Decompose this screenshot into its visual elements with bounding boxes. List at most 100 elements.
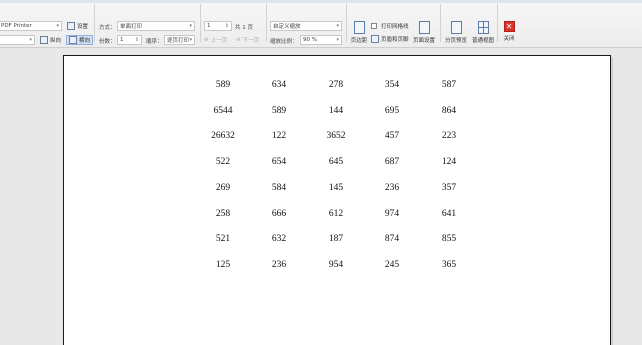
prev-icon: ⊖ — [204, 37, 209, 43]
table-cell: 632 — [271, 234, 287, 245]
separator — [200, 4, 201, 42]
header-footer-icon — [371, 35, 379, 43]
printer-select-value: PDF Printer — [1, 23, 32, 29]
next-icon: ⊖ — [236, 37, 241, 43]
table-cell: 125 — [215, 259, 231, 270]
landscape-label: 横向 — [79, 38, 91, 44]
table-cell: 687 — [384, 157, 400, 168]
stepper-icon: ⇕ — [224, 23, 229, 29]
page-break-label: 分页预览 — [444, 38, 467, 44]
table-cell: 874 — [384, 234, 400, 245]
table-cell: 3652 — [326, 131, 346, 142]
table-cell: 587 — [441, 80, 457, 90]
page-setup-button[interactable]: 页面设置 — [409, 21, 439, 44]
table-cell: 144 — [328, 105, 344, 116]
table-cell: 187 — [328, 234, 344, 245]
portrait-label: 纵向 — [50, 38, 62, 44]
scale-label: 缩放比例： — [270, 39, 298, 45]
printer-extra-select[interactable]: ▾ — [0, 35, 35, 45]
table-cell: 354 — [384, 80, 400, 90]
table-cell: 584 — [271, 182, 287, 193]
table-cell: 365 — [441, 259, 457, 270]
table-cell: 589 — [271, 105, 287, 116]
table-cell: 357 — [441, 182, 457, 193]
page-break-icon — [450, 21, 462, 34]
chevron-down-icon: ▾ — [189, 37, 192, 43]
portrait-icon — [40, 36, 48, 44]
toolbar-top-strip — [0, 0, 642, 3]
copies-value: 1 — [120, 37, 124, 43]
close-label: 关闭 — [503, 36, 515, 42]
close-icon: ✕ — [503, 21, 515, 32]
table-cell: 6544 — [213, 105, 233, 116]
copies-stepper[interactable]: 1 ⇕ — [117, 35, 142, 45]
mode-label: 方式： — [99, 25, 116, 31]
table-cell: 269 — [215, 182, 231, 193]
table-cell: 695 — [384, 105, 400, 116]
page-number-value: 1 — [207, 23, 211, 29]
margins-icon — [353, 21, 365, 34]
table-cell: 457 — [384, 131, 400, 142]
portrait-button[interactable]: 纵向 — [40, 36, 61, 44]
scale-select[interactable]: 90 % ▾ — [300, 35, 342, 45]
page-break-preview-button[interactable]: 分页预览 — [441, 21, 471, 44]
separator — [266, 4, 267, 42]
table-cell: 145 — [328, 182, 344, 193]
settings-button[interactable]: 设置 — [67, 22, 88, 30]
table-cell: 124 — [441, 157, 457, 168]
margins-label: 页边距 — [350, 38, 368, 44]
grid-icon — [477, 21, 489, 34]
order-select[interactable]: 逐页打印 ▾ — [164, 35, 195, 45]
table-cell: 589 — [215, 80, 231, 90]
table-cell: 954 — [328, 259, 344, 270]
scale-value: 90 % — [303, 37, 317, 43]
mode-select[interactable]: 单面打印 ▾ — [117, 21, 195, 31]
close-button[interactable]: ✕ 关闭 — [494, 21, 524, 42]
settings-label: 设置 — [77, 24, 89, 30]
next-page-label: 下一页 — [242, 38, 260, 44]
order-select-value: 逐页打印 — [167, 38, 190, 44]
order-label: 顺序： — [146, 39, 163, 45]
scale-mode-value: 自定义缩放 — [273, 24, 301, 30]
prev-page-button[interactable]: ⊖ 上一页 — [204, 36, 227, 44]
checkbox-icon — [371, 23, 377, 29]
table-cell: 645 — [328, 157, 344, 168]
header-footer-button[interactable]: 页眉和页脚 — [371, 35, 409, 43]
table-cell: 122 — [271, 131, 287, 142]
margins-button[interactable]: 页边距 — [344, 21, 374, 44]
table-cell: 521 — [215, 234, 231, 245]
landscape-icon — [69, 36, 77, 44]
table-cell: 258 — [215, 208, 231, 219]
normal-view-label: 普通视图 — [471, 38, 494, 44]
page-setup-label: 页面设置 — [412, 38, 435, 44]
settings-icon — [67, 22, 75, 30]
table-cell: 236 — [384, 182, 400, 193]
print-preview-toolbar: PDF Printer ▾ 设置 ▾ 纵向 横向 方式： 单面打印 ▾ 份数： … — [0, 0, 642, 48]
page-total: 共 1 页 — [235, 25, 253, 31]
print-gridlines-checkbox[interactable]: 打印网格线 — [371, 22, 409, 30]
table-cell: 278 — [328, 80, 344, 90]
table-cell: 245 — [384, 259, 400, 270]
preview-page: 589 634 278 354 587 6544 589 144 695 864 26632 122 3… — [63, 55, 611, 345]
header-footer-label: 页眉和页脚 — [381, 37, 409, 43]
mode-select-value: 单面打印 — [120, 24, 143, 30]
printer-select[interactable]: PDF Printer ▾ — [0, 21, 62, 31]
table-cell: 666 — [271, 208, 287, 219]
table-cell: 654 — [271, 157, 287, 168]
page-number-stepper[interactable]: 1 ⇕ — [204, 21, 232, 31]
table-cell: 223 — [441, 131, 457, 142]
chevron-down-icon: ▾ — [56, 23, 59, 29]
scale-mode-select[interactable]: 自定义缩放 ▾ — [270, 21, 342, 31]
table-cell: 864 — [441, 105, 457, 116]
table-cell: 26632 — [211, 131, 235, 142]
page-setup-icon — [418, 21, 430, 34]
landscape-button[interactable]: 横向 — [66, 35, 94, 45]
table-cell: 236 — [271, 259, 287, 270]
next-page-button[interactable]: ⊖ 下一页 — [236, 36, 259, 44]
table-cell: 612 — [328, 208, 344, 219]
table-cell: 634 — [271, 80, 287, 90]
table-cell: 974 — [384, 208, 400, 219]
separator — [94, 4, 95, 42]
table-cell: 641 — [441, 208, 457, 219]
chevron-down-icon: ▾ — [189, 23, 192, 29]
